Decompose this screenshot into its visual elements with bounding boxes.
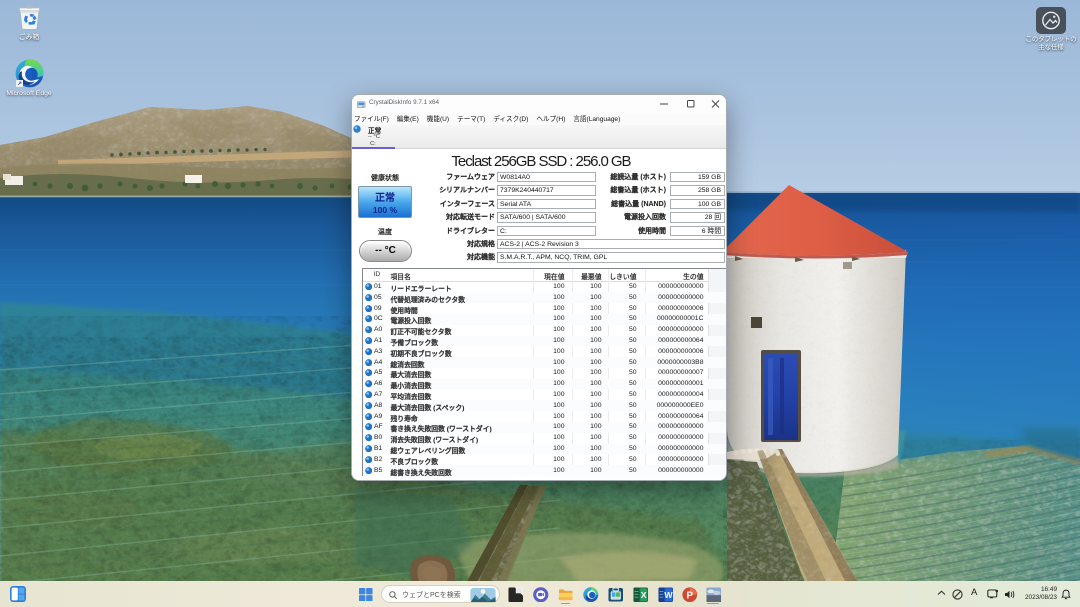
svg-text:X: X bbox=[641, 590, 647, 600]
svg-text:W: W bbox=[664, 590, 673, 600]
svg-text:P: P bbox=[687, 590, 694, 601]
